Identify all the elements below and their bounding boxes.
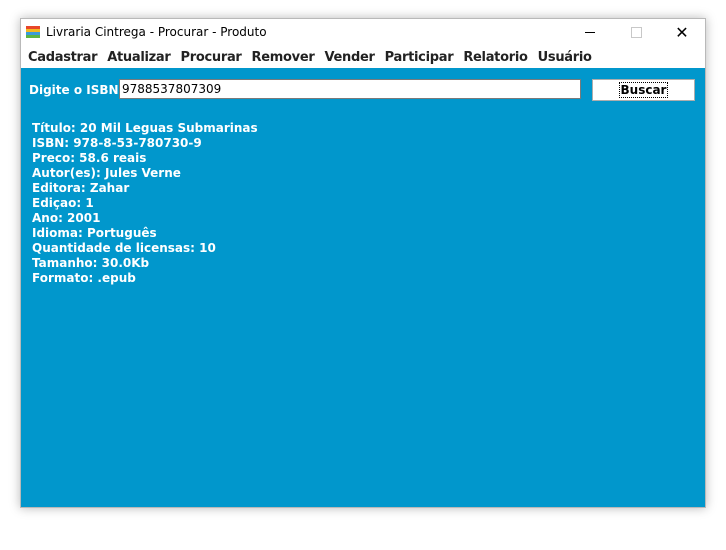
detail-publisher: Editora: Zahar [32, 181, 130, 195]
minimize-button[interactable] [567, 19, 613, 46]
detail-title: Título: 20 Mil Leguas Submarinas [32, 121, 258, 135]
menu-procurar[interactable]: Procurar [176, 50, 247, 65]
menu-relatorio[interactable]: Relatorio [458, 50, 532, 65]
menu-vender[interactable]: Vender [319, 50, 379, 65]
menu-participar[interactable]: Participar [380, 50, 459, 65]
minimize-icon [585, 32, 595, 33]
detail-size: Tamanho: 30.0Kb [32, 256, 150, 270]
maximize-icon [630, 27, 642, 38]
detail-authors: Autor(es): Jules Verne [32, 166, 181, 180]
isbn-input[interactable] [119, 79, 581, 99]
app-window: Livraria Cintrega - Procurar - Produto ✕… [20, 18, 706, 508]
detail-price: Preco: 58.6 reais [32, 151, 147, 165]
detail-license-count: Quantidade de licensas: 10 [32, 241, 216, 255]
detail-format: Formato: .epub [32, 271, 136, 285]
menu-atualizar[interactable]: Atualizar [102, 50, 175, 65]
main-panel: Digite o ISBN: Buscar Título: 20 Mil Leg… [21, 68, 705, 507]
product-details: Título: 20 Mil Leguas Submarinas ISBN: 9… [32, 121, 258, 286]
close-button[interactable]: ✕ [659, 19, 705, 46]
title-bar[interactable]: Livraria Cintrega - Procurar - Produto ✕ [21, 19, 705, 46]
isbn-label: Digite o ISBN: [29, 83, 124, 97]
menu-bar: Cadastrar Atualizar Procurar Remover Ven… [21, 46, 705, 68]
detail-year: Ano: 2001 [32, 211, 101, 225]
menu-remover[interactable]: Remover [247, 50, 320, 65]
window-title: Livraria Cintrega - Procurar - Produto [46, 25, 267, 39]
menu-cadastrar[interactable]: Cadastrar [23, 50, 102, 65]
search-button-label: Buscar [618, 82, 669, 98]
detail-edition: Ediçao: 1 [32, 196, 94, 210]
app-logo-icon [26, 26, 40, 38]
detail-isbn: ISBN: 978-8-53-780730-9 [32, 136, 202, 150]
detail-language: Idioma: Português [32, 226, 157, 240]
maximize-button[interactable] [613, 19, 659, 46]
search-button[interactable]: Buscar [592, 79, 695, 101]
close-icon: ✕ [675, 22, 689, 42]
menu-usuario[interactable]: Usuário [533, 50, 597, 65]
